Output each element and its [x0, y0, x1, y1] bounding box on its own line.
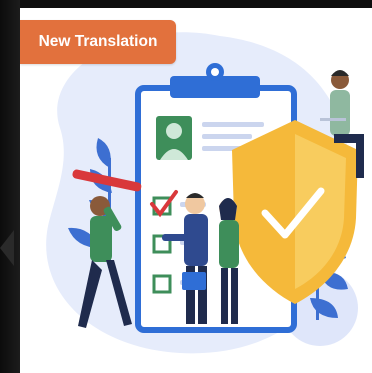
- left-page-shadow: [0, 0, 20, 373]
- article-thumbnail-card[interactable]: New Translation: [20, 8, 372, 373]
- page-top-edge: [0, 0, 372, 8]
- carousel-arrow-left[interactable]: [0, 230, 14, 266]
- new-translation-badge[interactable]: New Translation: [20, 20, 176, 64]
